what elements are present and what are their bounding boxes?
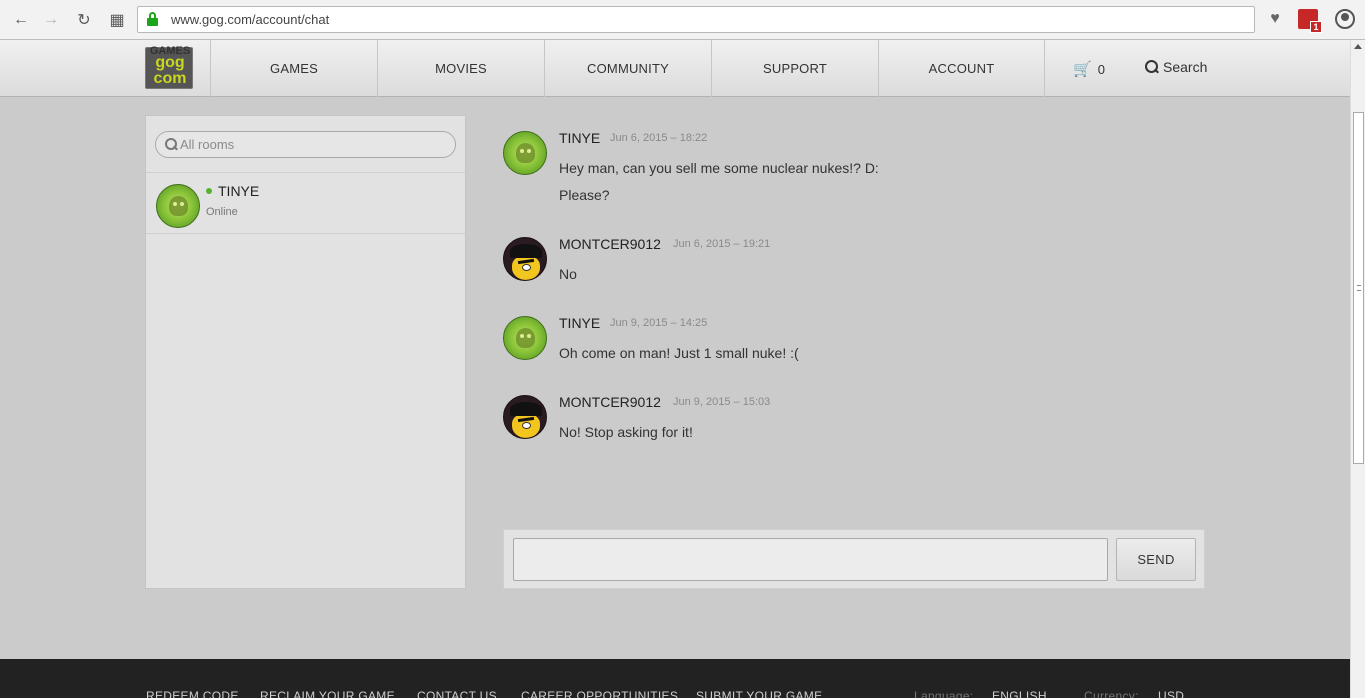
back-arrow-icon[interactable]: ← [10,9,32,31]
message-text: Oh come on man! Just 1 small nuke! :( [559,345,799,361]
menu-games[interactable]: GAMES [210,40,377,97]
search-button[interactable]: Search [1145,59,1207,75]
cart-count: 0 [1097,61,1105,77]
message-author[interactable]: TINYE [559,315,600,331]
footer-link-careers[interactable]: CAREER OPPORTUNITIES [521,689,678,698]
footer-link-reclaim-game[interactable]: RECLAIM YOUR GAME [260,689,395,698]
forward-arrow-icon[interactable]: → [40,9,62,31]
menu-movies[interactable]: MOVIES [377,40,544,97]
footer-link-redeem-code[interactable]: REDEEM CODE [146,689,239,698]
extension-icon[interactable]: 1 [1298,9,1322,33]
rooms-search-input[interactable] [180,136,440,153]
language-label: Language: [914,689,974,698]
room-status: Online [206,206,238,218]
cart-icon: 🛒 [1073,61,1092,78]
search-icon [1145,60,1159,74]
currency-label: Currency: [1084,689,1139,698]
heart-icon[interactable]: ♥ [1264,10,1286,30]
rooms-panel: TINYE Online [145,115,466,589]
message-composer: SEND [503,529,1205,589]
apps-grid-icon[interactable]: ▦ [106,9,128,31]
logo-text-gog: gog com [153,54,187,87]
online-status-dot [206,188,212,194]
divider [146,172,465,173]
browser-toolbar: ← → ↻ ▦ www.gog.com/account/chat ♥ 1 [0,0,1365,40]
page-scrollbar[interactable] [1350,40,1365,698]
message-text: No! Stop asking for it! [559,424,693,440]
extension-badge: 1 [1310,21,1322,33]
menu-account[interactable]: ACCOUNT [878,40,1045,97]
address-bar[interactable]: www.gog.com/account/chat ♥ [137,6,1286,33]
profile-icon[interactable] [1335,9,1355,29]
reload-icon[interactable]: ↻ [73,9,95,31]
main-menu: GAMES MOVIES COMMUNITY SUPPORT ACCOUNT [210,40,1045,97]
avatar [503,316,547,360]
avatar [156,184,200,228]
lock-icon [147,12,158,26]
site-footer: REDEEM CODE RECLAIM YOUR GAME CONTACT US… [0,659,1350,698]
language-select[interactable]: ENGLISH [992,689,1047,698]
avatar [503,131,547,175]
room-name: TINYE [218,183,260,199]
menu-support[interactable]: SUPPORT [711,40,878,97]
message-time: Jun 6, 2015 – 18:22 [610,132,708,144]
message-author[interactable]: TINYE [559,130,600,146]
footer-link-submit-game[interactable]: SUBMIT YOUR GAME [696,689,822,698]
url-text: www.gog.com/account/chat [171,12,330,27]
message-time: Jun 9, 2015 – 14:25 [610,317,708,329]
footer-link-contact-us[interactable]: CONTACT US [417,689,497,698]
avatar [503,237,547,281]
cart-button[interactable]: 🛒 0 [1073,60,1105,78]
site-header: GAMES gog com GAMES MOVIES COMMUNITY SUPP… [0,40,1350,97]
message-text: Hey man, can you sell me some nuclear nu… [559,160,879,176]
send-button[interactable]: SEND [1116,538,1196,581]
message-author[interactable]: MONTCER9012 [559,394,661,410]
room-item-tinye[interactable]: TINYE Online [146,174,465,234]
menu-community[interactable]: COMMUNITY [544,40,711,97]
gog-logo[interactable]: GAMES gog com [145,45,193,89]
currency-select[interactable]: USD [1158,689,1184,698]
message-text: No [559,266,577,282]
message-text: Please? [559,187,610,203]
divider [146,233,465,234]
message-author[interactable]: MONTCER9012 [559,236,661,252]
search-icon [165,138,178,151]
message-time: Jun 9, 2015 – 15:03 [673,396,771,408]
message-input[interactable] [513,538,1108,581]
scrollbar-thumb[interactable] [1353,112,1364,464]
avatar [503,395,547,439]
rooms-search-box[interactable] [155,131,456,158]
scroll-up-arrow-icon[interactable] [1354,44,1362,49]
search-label: Search [1163,59,1208,75]
message-time: Jun 6, 2015 – 19:21 [673,238,771,250]
